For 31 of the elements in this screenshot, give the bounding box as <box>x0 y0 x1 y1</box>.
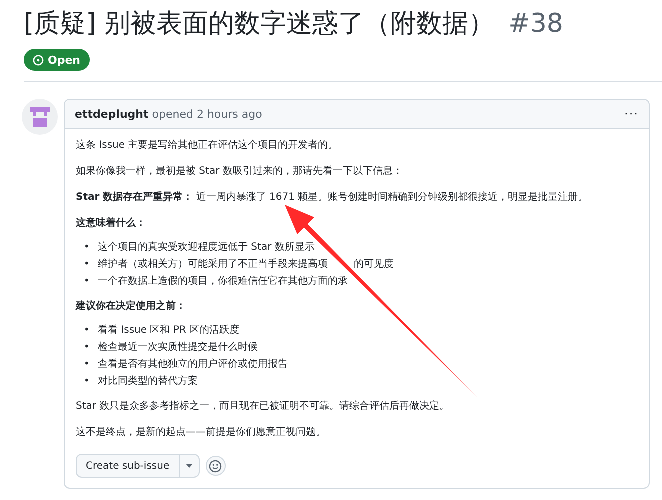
avatar[interactable] <box>22 99 58 135</box>
more-menu[interactable]: ··· <box>624 107 639 121</box>
paragraph: Star 数只是众多参考指标之一，而且现在已被证明不可靠。请综合评估后再做决定。 <box>76 400 451 414</box>
status-badge: Open <box>24 49 90 71</box>
list-item: 这个项目的真实受欢迎程度远低于 Star 数所显示 <box>98 240 315 255</box>
section-heading: 这意味着什么： <box>76 216 147 231</box>
list-item: 检查最近一次实质性提交是什么时候 <box>98 340 258 355</box>
issue-number: #38 <box>508 9 564 39</box>
issue-title: [质疑] 别被表面的数字迷惑了（附数据） <box>24 8 495 41</box>
list-item: 对比同类型的替代方案 <box>98 374 198 389</box>
list-item: 维护者（或相关方）可能采用了不正当手段来提高项 的可见度 <box>98 258 394 272</box>
bullet: • <box>84 375 91 389</box>
bullet: • <box>84 341 91 355</box>
bullet: • <box>84 324 91 338</box>
list-item: 查看是否有其他独立的用户评价或使用报告 <box>98 358 288 372</box>
paragraph: 如果你像我一样，最初是被 Star 数吸引过来的，那请先看一下以下信息： <box>76 164 404 179</box>
paragraph: Star 数据存在严重异常： 近一周内暴涨了 1671 颗星。账号创建时间精确到分钟级别都很接近，明显是批量注册。 <box>76 190 590 205</box>
bullet: • <box>84 258 91 272</box>
section-heading: 建议你在决定使用之前： <box>76 299 187 314</box>
circle-dot-icon <box>33 54 44 66</box>
comment-meta: ettdeplught opened 2 hours ago <box>75 108 262 120</box>
bullet: • <box>84 275 91 289</box>
bullet: • <box>84 241 91 255</box>
paragraph: 这不是终点，是新的起点——前提是你们愿意正视问题。 <box>76 426 327 440</box>
paragraph: 这条 Issue 主要是写给其他正在评估这个项目的开发者的。 <box>76 138 340 153</box>
list-item: 一个在数据上造假的项目，你很难信任它在其他方面的承 <box>98 274 348 289</box>
caret-icon <box>186 464 193 468</box>
emoji-button[interactable] <box>206 456 226 476</box>
bullet: • <box>84 358 91 372</box>
list-item: 看看 Issue 区和 PR 区的活跃度 <box>98 324 240 338</box>
smiley-icon <box>209 460 222 472</box>
